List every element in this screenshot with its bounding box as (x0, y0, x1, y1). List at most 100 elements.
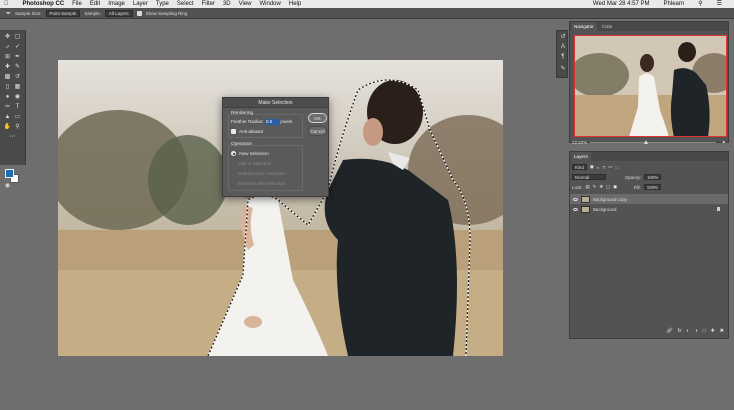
opacity-input[interactable]: 100% (644, 174, 662, 180)
menu-edit[interactable]: Edit (90, 0, 100, 8)
layer-style-icon[interactable]: fx (678, 328, 682, 336)
clone-stamp-icon[interactable]: ▩ (3, 73, 12, 81)
zoom-slider-knob[interactable] (644, 140, 648, 144)
hand-tool-icon[interactable]: ✋ (3, 123, 12, 131)
history-panel-icon[interactable]: ↺ (559, 33, 567, 41)
clock[interactable]: Wed Mar 28 4:57 PM (593, 0, 650, 8)
sample-select[interactable]: All Layers (104, 9, 133, 17)
make-selection-dialog: Make Selection Rendering Feather Radius:… (222, 97, 329, 197)
foreground-color-swatch[interactable] (5, 169, 14, 178)
layer-row[interactable]: Background copy (570, 194, 728, 204)
feather-row: Feather Radius: 0.5 pixels (231, 119, 292, 125)
crop-tool-icon[interactable]: ⊞ (3, 53, 12, 61)
zoom-percent[interactable]: 22.62% (572, 140, 587, 145)
tools-panel: ✥ ▢ ⤶ ✓ ⊞ ✒ ✚ ✎ ▩ ↺ ▯ ▦ ● ◉ ✑ T ▲ ▭ ✋ ⚲ … (0, 30, 26, 189)
filter-shape-icon[interactable]: ▭ (608, 164, 612, 170)
menu-view[interactable]: View (239, 0, 252, 8)
filter-smart-icon[interactable]: □ (615, 165, 618, 170)
blend-mode-select[interactable]: Normal (572, 174, 606, 180)
menu-layer[interactable]: Layer (133, 0, 148, 8)
dodge-tool-icon[interactable]: ◉ (13, 93, 22, 101)
tab-layers[interactable]: Layers (571, 152, 591, 161)
user-name[interactable]: Phlearn (664, 0, 685, 8)
app-name-menu[interactable]: Photoshop CC (23, 0, 65, 8)
add-to-selection-option[interactable]: Add to Selection (238, 161, 271, 166)
menu-filter[interactable]: Filter (202, 0, 215, 8)
lock-all-icon[interactable]: ◼ (613, 184, 617, 190)
menu-list-icon[interactable]: ☰ (717, 0, 722, 8)
filter-adjustment-icon[interactable]: ◐ (597, 165, 600, 170)
cancel-button[interactable]: Cancel (308, 126, 327, 136)
zoom-in-icon[interactable]: ▲ (722, 139, 726, 144)
history-brush-icon[interactable]: ↺ (13, 73, 22, 81)
menu-3d[interactable]: 3D (223, 0, 231, 8)
layer-thumbnail (581, 205, 590, 213)
layer-name[interactable]: Background copy (593, 197, 627, 202)
shape-tool-icon[interactable]: ▭ (13, 113, 22, 121)
search-icon[interactable]: ⚲ (698, 0, 702, 8)
paragraph-panel-icon[interactable]: ¶ (559, 53, 567, 61)
lock-artboard-icon[interactable]: ▢ (606, 184, 610, 190)
lock-pixels-icon[interactable]: ✎ (593, 184, 597, 190)
menu-window[interactable]: Window (260, 0, 281, 8)
new-layer-icon[interactable]: ✚ (711, 328, 715, 336)
navigator-view-box[interactable] (574, 35, 727, 137)
intersect-with-selection-option[interactable]: Intersect with Selection (238, 181, 285, 186)
link-layers-icon[interactable]: 🔗︎ (666, 328, 672, 336)
new-group-icon[interactable]: □ (703, 328, 706, 336)
gradient-tool-icon[interactable]: ▦ (13, 83, 22, 91)
menu-help[interactable]: Help (289, 0, 301, 8)
lock-fill-row: Lock: ▤ ✎ ✥ ▢ ◼ Fill: 100% (572, 183, 726, 191)
fill-input[interactable]: 100% (643, 184, 661, 190)
menu-image[interactable]: Image (108, 0, 125, 8)
brush-tool-icon[interactable]: ✎ (13, 63, 22, 71)
visibility-eye-icon[interactable] (573, 207, 578, 211)
layer-row[interactable]: Background (570, 204, 728, 214)
layer-thumbnail (581, 195, 590, 203)
feather-radius-input[interactable]: 0.5 (264, 119, 279, 125)
eyedropper-icon[interactable]: ✒ (13, 53, 22, 61)
tab-navigator[interactable]: Navigator (571, 22, 597, 31)
path-selection-icon[interactable]: ▲ (3, 113, 12, 121)
subtract-from-selection-option[interactable]: Subtract from Selection (238, 171, 286, 176)
tab-color[interactable]: Color (599, 22, 616, 31)
ok-button[interactable]: OK (308, 113, 327, 123)
brush-settings-icon[interactable]: ✎ (559, 65, 567, 73)
new-selection-radio[interactable] (231, 151, 236, 157)
lock-position-icon[interactable]: ✥ (599, 184, 603, 190)
new-adjustment-icon[interactable]: ◑ (695, 328, 698, 336)
lock-transparent-icon[interactable]: ▤ (586, 184, 590, 190)
blur-tool-icon[interactable]: ● (3, 93, 12, 101)
zoom-tool-icon[interactable]: ⚲ (13, 123, 22, 131)
pen-tool-icon[interactable]: ✑ (3, 103, 12, 111)
delete-layer-icon[interactable]: ✖ (720, 328, 724, 336)
more-tools-icon[interactable]: ⋯ (8, 133, 17, 141)
opacity-label: Opacity: (625, 174, 642, 180)
sample-size-select[interactable]: Point Sample (45, 9, 81, 17)
menu-select[interactable]: Select (177, 0, 194, 8)
quick-selection-tool-icon[interactable]: ✓ (13, 43, 22, 51)
healing-brush-icon[interactable]: ✚ (3, 63, 12, 71)
menu-file[interactable]: File (72, 0, 82, 8)
zoom-slider-track[interactable] (590, 142, 716, 143)
apple-icon[interactable]:  (4, 0, 9, 8)
filter-type-icon[interactable]: T (603, 165, 606, 170)
sample-label: Sample: (84, 10, 101, 16)
antialiased-checkbox[interactable] (231, 129, 236, 135)
filter-pixel-icon[interactable]: ▣ (590, 164, 594, 170)
layer-name[interactable]: Background (593, 207, 616, 212)
navigator-thumbnail[interactable] (574, 35, 727, 137)
type-tool-icon[interactable]: T (13, 103, 22, 111)
kind-filter-select[interactable]: Kind (572, 164, 587, 170)
menu-type[interactable]: Type (156, 0, 169, 8)
lasso-tool-icon[interactable]: ⤶ (3, 43, 12, 51)
add-mask-icon[interactable]: ◐ (687, 328, 690, 336)
character-panel-icon[interactable]: A (559, 43, 567, 51)
marquee-tool-icon[interactable]: ▢ (13, 33, 22, 41)
visibility-eye-icon[interactable] (573, 197, 578, 201)
quick-mask-icon[interactable]: ◉ (3, 182, 12, 190)
show-sampling-ring-checkbox[interactable] (136, 10, 142, 16)
eyedropper-tool-icon[interactable]: ✒ (6, 10, 11, 17)
move-tool-icon[interactable]: ✥ (3, 33, 12, 41)
eraser-tool-icon[interactable]: ▯ (3, 83, 12, 91)
